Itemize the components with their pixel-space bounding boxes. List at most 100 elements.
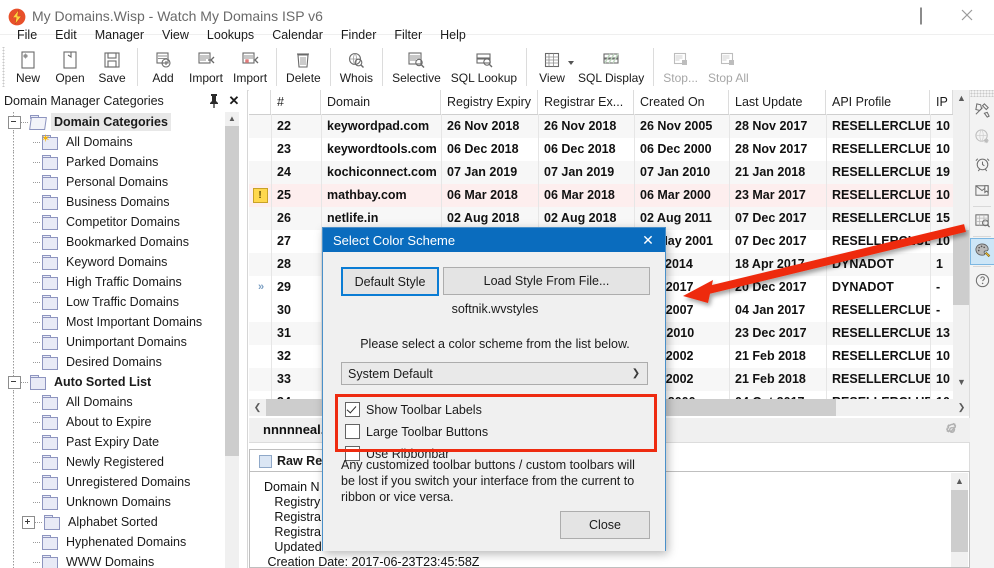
toolbar-button-sql-display[interactable]: SQL Display xyxy=(573,46,649,88)
scroll-right-icon[interactable]: ❯ xyxy=(953,399,970,416)
menu-item-calendar[interactable]: Calendar xyxy=(263,25,332,45)
sidebar-item-competitor-domains[interactable]: Competitor Domains xyxy=(0,212,232,232)
cell-registrar-expiry: 06 Dec 2018 xyxy=(544,142,616,156)
sidebar-item-all-domains[interactable]: All Domains xyxy=(0,392,232,412)
toolbar-button-add[interactable]: Add xyxy=(142,46,184,88)
left-panel-scrollbar[interactable]: ▲ xyxy=(225,112,239,568)
table-row[interactable]: 23 keywordtools.com 06 Dec 2018 06 Dec 2018… xyxy=(249,138,970,161)
detail-scrollbar[interactable]: ▲ xyxy=(951,473,968,567)
sidebar-item-unregistered-domains[interactable]: Unregistered Domains xyxy=(0,472,232,492)
scroll-up-icon[interactable]: ▲ xyxy=(953,90,970,107)
sidebar-item-www-domains[interactable]: WWW Domains xyxy=(0,552,232,568)
category-tree[interactable]: Domain Categories ✶ All Domains Parked Doma… xyxy=(0,112,232,568)
menu-item-edit[interactable]: Edit xyxy=(46,25,86,45)
toolbar-separator xyxy=(137,48,138,86)
sidebar-item-unknown-domains[interactable]: Unknown Domains xyxy=(0,492,232,512)
column-header-created-on[interactable]: Created On xyxy=(634,90,729,114)
dialog-close-icon[interactable]: ✕ xyxy=(631,228,665,252)
scroll-up-icon[interactable]: ▲ xyxy=(225,112,239,126)
rail-button-alarm-clock[interactable] xyxy=(970,151,994,178)
menu-item-file[interactable]: File xyxy=(8,25,46,45)
toolbar-button-whois[interactable]: Whois xyxy=(335,46,378,88)
toolbar-button-save[interactable]: Save xyxy=(91,46,133,88)
menu-item-lookups[interactable]: Lookups xyxy=(198,25,263,45)
column-header-last-update[interactable]: Last Update xyxy=(729,90,826,114)
toolbar-button-stop-all[interactable]: Stop All xyxy=(703,46,754,88)
menu-item-finder[interactable]: Finder xyxy=(332,25,385,45)
sidebar-item-domain-categories[interactable]: Domain Categories xyxy=(0,112,232,132)
table-row[interactable]: 22 keywordpad.com 26 Nov 2018 26 Nov 2018 26… xyxy=(249,115,970,138)
dialog-close-button[interactable]: Close xyxy=(560,511,650,539)
column-header-mark[interactable] xyxy=(249,90,271,114)
menu-item-view[interactable]: View xyxy=(153,25,198,45)
rail-button-palette[interactable] xyxy=(970,238,994,265)
column-header-domain[interactable]: Domain xyxy=(321,90,441,114)
expand-expander-icon[interactable] xyxy=(22,515,35,529)
sidebar-item-unimportant-domains[interactable]: Unimportant Domains xyxy=(0,332,232,352)
sidebar-item-low-traffic-domains[interactable]: Low Traffic Domains xyxy=(0,292,232,312)
column-header-[interactable]: # xyxy=(271,90,321,114)
sidebar-item-keyword-domains[interactable]: Keyword Domains xyxy=(0,252,232,272)
cell-registry-expiry: 06 Dec 2018 xyxy=(447,142,519,156)
toolbar-button-stop[interactable]: Stop... xyxy=(658,46,703,88)
cell-api-profile: RESELLERCLUB xyxy=(832,234,930,248)
scroll-thumb[interactable] xyxy=(953,230,970,305)
collapse-expander-icon[interactable] xyxy=(8,115,21,129)
sidebar-item-parked-domains[interactable]: Parked Domains xyxy=(0,152,232,172)
table-row[interactable]: 24 kochiconnect.com 07 Jan 2019 07 Jan 2019… xyxy=(249,161,970,184)
column-header-registry-expiry[interactable]: Registry Expiry xyxy=(441,90,538,114)
sidebar-item-alphabet-sorted[interactable]: Alphabet Sorted xyxy=(0,512,232,532)
sidebar-item-past-expiry-date[interactable]: Past Expiry Date xyxy=(0,432,232,452)
column-header-api-profile[interactable]: API Profile xyxy=(826,90,930,114)
toolbar-button-open[interactable]: Open xyxy=(49,46,91,88)
scroll-thumb[interactable] xyxy=(951,490,968,552)
sidebar-item-auto-sorted-list[interactable]: Auto Sorted List xyxy=(0,372,232,392)
toolbar-grip[interactable] xyxy=(0,47,7,87)
sidebar-item-newly-registered[interactable]: Newly Registered xyxy=(0,452,232,472)
tree-guide-line xyxy=(13,492,14,512)
scroll-thumb[interactable] xyxy=(225,126,239,456)
scroll-up-icon[interactable]: ▲ xyxy=(951,473,968,490)
sidebar-item-bookmarked-domains[interactable]: Bookmarked Domains xyxy=(0,232,232,252)
sidebar-item-most-important-domains[interactable]: Most Important Domains xyxy=(0,312,232,332)
toolbar-button-label: Save xyxy=(98,71,126,85)
rail-button-tools[interactable] xyxy=(970,97,994,124)
column-header-ip[interactable]: IP xyxy=(930,90,953,114)
toolbar-button-delete[interactable]: Delete xyxy=(281,46,326,88)
sidebar-item-business-domains[interactable]: Business Domains xyxy=(0,192,232,212)
scroll-left-icon[interactable]: ❮ xyxy=(249,399,266,416)
toolbar-button-sql-lookup[interactable]: SQL Lookup xyxy=(446,46,522,88)
color-scheme-select[interactable]: System Default ❯ xyxy=(341,362,648,385)
gear-icon[interactable] xyxy=(944,422,960,438)
sidebar-item-personal-domains[interactable]: Personal Domains xyxy=(0,172,232,192)
menu-item-manager[interactable]: Manager xyxy=(86,25,153,45)
default-style-button[interactable]: Default Style xyxy=(341,267,439,296)
rail-button-globe-star[interactable] xyxy=(970,124,994,151)
sidebar-item-high-traffic-domains[interactable]: High Traffic Domains xyxy=(0,272,232,292)
toolbar-button-selective[interactable]: Selective xyxy=(387,46,446,88)
sidebar-item-hyphenated-domains[interactable]: Hyphenated Domains xyxy=(0,532,232,552)
column-header-registrar-ex[interactable]: Registrar Ex... xyxy=(538,90,634,114)
table-vertical-scrollbar[interactable]: ▲ ▼ xyxy=(953,90,970,408)
pin-icon[interactable] xyxy=(207,93,221,109)
scroll-down-icon[interactable]: ▼ xyxy=(953,374,970,391)
tree-guide-line xyxy=(13,452,14,472)
table-row[interactable]: ! 25 mathbay.com 06 Mar 2018 06 Mar 2018 06 M… xyxy=(249,184,970,207)
collapse-expander-icon[interactable] xyxy=(8,375,21,389)
load-style-from-file-button[interactable]: Load Style From File... xyxy=(443,267,650,295)
sidebar-item-about-to-expire[interactable]: About to Expire xyxy=(0,412,232,432)
menu-item-help[interactable]: Help xyxy=(431,25,475,45)
rail-button-table-search[interactable] xyxy=(970,208,994,235)
rail-button-help[interactable] xyxy=(970,268,994,295)
tree-connector xyxy=(33,281,41,283)
toolbar-button-view[interactable]: View xyxy=(531,46,575,88)
menu-item-filter[interactable]: Filter xyxy=(385,25,431,45)
toolbar-button-import[interactable]: Import xyxy=(228,46,272,88)
left-panel-close-icon[interactable]: ✕ xyxy=(227,93,241,109)
rail-grip[interactable] xyxy=(970,90,994,97)
rail-button-mail-tag[interactable] xyxy=(970,178,994,205)
sidebar-item-desired-domains[interactable]: Desired Domains xyxy=(0,352,232,372)
toolbar-button-new[interactable]: New xyxy=(7,46,49,88)
sidebar-item-all-domains[interactable]: ✶ All Domains xyxy=(0,132,232,152)
toolbar-button-import[interactable]: Import xyxy=(184,46,228,88)
